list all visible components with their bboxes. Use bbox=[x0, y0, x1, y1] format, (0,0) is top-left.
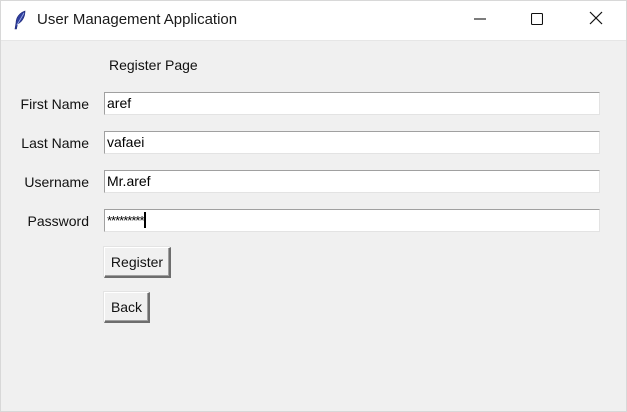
first-name-label: First Name bbox=[20, 96, 89, 112]
title-bar[interactable]: User Management Application bbox=[1, 1, 626, 41]
username-label: Username bbox=[24, 174, 89, 190]
password-value: ********* bbox=[107, 213, 145, 228]
text-caret bbox=[143, 212, 146, 228]
back-button[interactable]: Back bbox=[104, 292, 150, 323]
close-button[interactable] bbox=[567, 1, 625, 40]
last-name-field[interactable]: vafaei bbox=[104, 131, 600, 154]
first-name-field[interactable]: aref bbox=[104, 92, 600, 115]
window-title: User Management Application bbox=[37, 11, 238, 28]
minimize-icon bbox=[474, 12, 486, 30]
maximize-button[interactable] bbox=[508, 1, 566, 40]
last-name-label: Last Name bbox=[21, 135, 89, 151]
last-name-value: vafaei bbox=[107, 134, 145, 150]
password-field[interactable]: ********* bbox=[104, 209, 600, 232]
maximize-icon bbox=[530, 12, 544, 30]
app-window: User Management Application Register Pag… bbox=[0, 0, 627, 412]
page-title: Register Page bbox=[109, 57, 198, 73]
username-field[interactable]: Mr.aref bbox=[104, 170, 600, 193]
first-name-value: aref bbox=[107, 95, 132, 111]
register-button[interactable]: Register bbox=[104, 247, 171, 278]
password-label: Password bbox=[27, 213, 89, 229]
close-icon bbox=[589, 11, 603, 30]
minimize-button[interactable] bbox=[451, 1, 509, 40]
feather-icon bbox=[12, 10, 28, 30]
username-value: Mr.aref bbox=[107, 173, 151, 189]
